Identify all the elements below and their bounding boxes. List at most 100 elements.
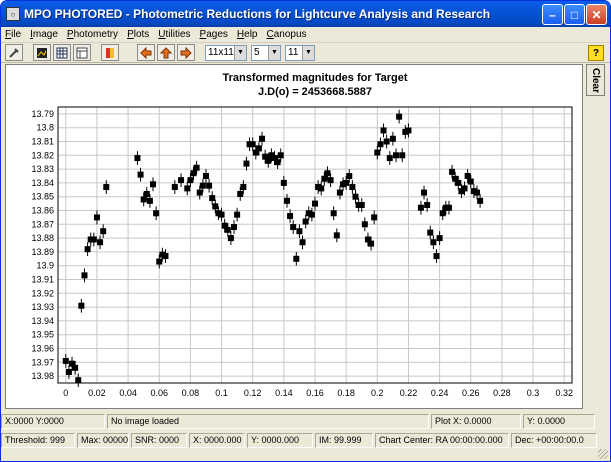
data-point <box>361 221 368 228</box>
resize-grip[interactable] <box>598 449 608 459</box>
data-point <box>202 173 209 179</box>
y-tick-label: 13.92 <box>31 288 54 298</box>
data-point <box>137 171 144 178</box>
status-dec: Dec: +00:00:00.0 <box>511 432 597 448</box>
menu-help[interactable]: Help <box>237 29 258 40</box>
x-tick-label: 0.3 <box>527 388 540 398</box>
data-point <box>433 253 440 260</box>
data-point <box>389 135 396 142</box>
x-tick-label: 0.24 <box>431 388 449 398</box>
y-tick-label: 13.8 <box>36 123 54 133</box>
data-point <box>290 224 297 231</box>
data-point <box>212 203 219 210</box>
data-point <box>259 135 266 142</box>
data-point <box>330 210 337 217</box>
status-plot-x: Plot X: 0.0000 <box>431 413 521 429</box>
data-point <box>255 145 262 152</box>
data-point <box>333 232 340 239</box>
up-arrow-button[interactable] <box>157 44 175 61</box>
data-point <box>84 246 91 253</box>
menu-file[interactable]: File <box>5 29 21 40</box>
data-point <box>190 170 197 177</box>
maximize-button[interactable]: □ <box>564 4 585 25</box>
data-point <box>72 364 79 371</box>
data-point <box>227 235 234 242</box>
image-button[interactable] <box>33 44 51 61</box>
data-point <box>90 236 97 243</box>
x-tick-label: 0.28 <box>493 388 511 398</box>
data-point <box>193 164 200 171</box>
image-icon <box>37 47 47 58</box>
data-point <box>243 160 250 167</box>
left-arrow-button[interactable] <box>137 44 155 61</box>
aperture-value: 11x11 <box>208 47 234 58</box>
data-point <box>146 197 153 204</box>
y-tick-label: 13.85 <box>31 192 54 202</box>
grid-icon <box>56 47 68 58</box>
annulus-select[interactable]: 11 ▼ <box>285 44 315 61</box>
data-point <box>187 177 194 184</box>
x-tick-label: 0.02 <box>88 388 106 398</box>
help-button[interactable]: ? <box>588 45 604 61</box>
x-tick-label: 0 <box>63 388 68 398</box>
grid-button[interactable] <box>53 44 71 61</box>
right-arrow-button[interactable] <box>177 44 195 61</box>
table-button[interactable] <box>73 44 91 61</box>
status-threshold: Threshold: 999 <box>1 432 75 448</box>
data-point <box>374 149 381 156</box>
y-tick-label: 13.86 <box>31 206 54 216</box>
status-snr: SNR: 0000 <box>131 432 187 448</box>
data-point <box>380 127 387 134</box>
data-point <box>371 214 378 221</box>
title-bar[interactable]: ○ MPO PHOTORED - Photometric Reductions … <box>1 1 610 27</box>
menu-pages[interactable]: Pages <box>200 29 228 40</box>
data-point <box>308 211 315 218</box>
close-button[interactable]: ✕ <box>586 4 607 25</box>
menu-utilities[interactable]: Utilities <box>158 29 190 40</box>
y-tick-label: 13.84 <box>31 178 54 188</box>
menu-photometry[interactable]: Photometry <box>67 29 118 40</box>
status-chart-center: Chart Center: RA 00:00:00.000 <box>375 432 509 448</box>
data-point <box>293 255 300 262</box>
aperture-select[interactable]: 11x11 ▼ <box>205 44 247 61</box>
gap-value: 5 <box>254 47 260 58</box>
data-point <box>477 197 484 204</box>
data-point <box>424 201 431 208</box>
status-im: IM: 99.999 <box>315 432 373 448</box>
app-icon[interactable]: ○ <box>6 7 20 21</box>
status-plot-y: Y: 0.0000 <box>523 413 595 429</box>
y-tick-label: 13.98 <box>31 371 54 381</box>
color-button[interactable] <box>101 44 119 61</box>
data-point <box>430 239 437 246</box>
data-point <box>349 184 356 191</box>
minimize-button[interactable]: – <box>542 4 563 25</box>
y-tick-label: 13.82 <box>31 150 54 160</box>
menu-plots[interactable]: Plots <box>127 29 149 40</box>
data-point <box>383 138 390 145</box>
clear-label: Clear <box>590 67 602 93</box>
status-bar-top: X:0000 Y:0000 No image loaded Plot X: 0.… <box>1 413 610 429</box>
menu-canopus[interactable]: Canopus <box>267 29 307 40</box>
clear-button[interactable]: Clear <box>586 64 605 96</box>
y-tick-label: 13.89 <box>31 247 54 257</box>
status-bar-bottom: Threshold: 999 Max: 00000 SNR: 0000 X: 0… <box>1 432 610 448</box>
y-tick-label: 13.79 <box>31 109 54 119</box>
menu-image[interactable]: Image <box>30 29 58 40</box>
data-point <box>427 229 434 236</box>
data-point <box>318 185 325 192</box>
toolbar: 11x11 ▼ 5 ▼ 11 ▼ ? <box>1 43 610 63</box>
data-point <box>134 155 141 162</box>
data-point <box>461 185 468 192</box>
status-x: X: 0000.000 <box>189 432 245 448</box>
data-point <box>405 127 412 134</box>
settings-button[interactable] <box>5 44 23 61</box>
y-tick-label: 13.81 <box>31 137 54 147</box>
data-point <box>396 113 403 120</box>
data-point <box>206 182 213 189</box>
y-tick-label: 13.96 <box>31 344 54 354</box>
data-point <box>156 258 163 265</box>
gap-select[interactable]: 5 ▼ <box>251 44 281 61</box>
data-point <box>65 368 72 375</box>
data-point <box>97 239 104 246</box>
plot-panel[interactable]: Transformed magnitudes for Target J.D(o) … <box>5 64 583 409</box>
